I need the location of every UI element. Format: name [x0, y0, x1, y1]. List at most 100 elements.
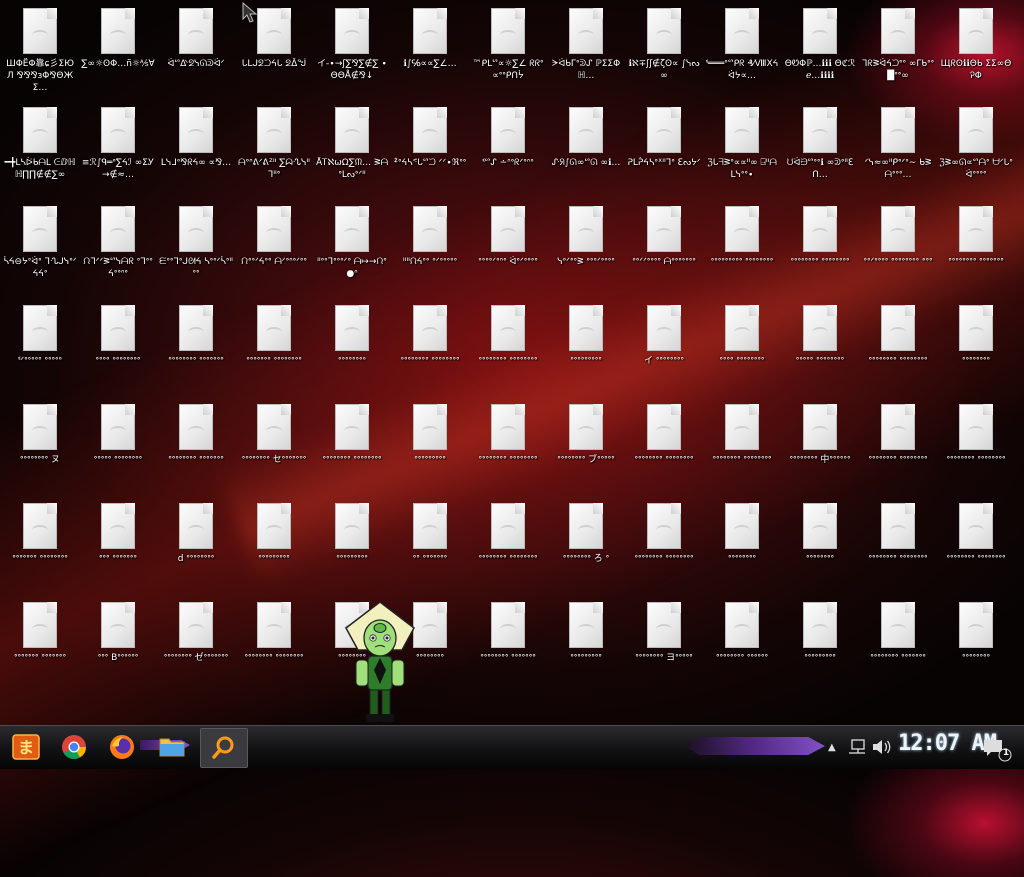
desktop-file-icon[interactable]: ℨᕒ∞ᘏ∝ᔥᗩᐤ ᗨᐟᒐᐤᐛᐤᐤᐤᐤ	[937, 103, 1015, 202]
desktop-file-icon[interactable]: ᐤᐤᐤᐤᐤᐤᐤᐤ	[703, 499, 781, 598]
desktop-file-icon[interactable]: ᐤᐤᐤᐤᐤᐤᐤᐤ	[937, 301, 1015, 400]
desktop-file-icon[interactable]: ᐤᐤᐤᐤᐤᐤᐤᐤᐤ	[547, 301, 625, 400]
search-taskbar-button[interactable]	[200, 728, 248, 768]
desktop-file-icon[interactable]: d ᐤᐤᐤᐤᐤᐤᐤᐤ	[157, 499, 235, 598]
desktop-file-icon[interactable]: イ ᐤᐤᐤᐤᐤᐤᐤᐤ	[625, 301, 703, 400]
desktop-file-icon[interactable]: ᐤᐤᐤᐤᐤᐤᐤᐤ ᐤᐤᐤᐤᐤᐤᐤ	[469, 598, 547, 697]
desktop-file-icon[interactable]: ᐤᐤᐤᐤᐤᐤᐤᐤ ᐤᐤᐤᐤᐤᐤᐤᐤ	[859, 499, 937, 598]
desktop-file-icon[interactable]: ᔚᖆ∫ᘏ∞ᔥᘏ ∞ℹ…	[547, 103, 625, 202]
desktop-file-icon[interactable]: ᐤᐤᐤᐤᐤᐤᐤᐤ ᐤᐤᐤᐤᐤᐤᐤᐤ	[937, 400, 1015, 499]
desktop-file-icon[interactable]: ᕈᒪᕉᔦᓴᐤᕽᐦᒣᐤ ℇᔓᔭᐟ	[625, 103, 703, 202]
desktop-file-icon[interactable]: ℨᒐᖷᕒᐤ∝∝ᐦ∞ ⍈ᐦᗩᒪᓭᐤᐤ∙	[703, 103, 781, 202]
desktop-file-icon[interactable]: ᓫᔥᔑ ∸ᐢᐤᖇᐟᐤᐢᐤ	[469, 103, 547, 202]
desktop-file-icon[interactable]: ᒣᖇᕒᐛᔦᙂᐤᐤ ∞ᒥᑲᐤᐤ█ᐤᐤ∞	[859, 4, 937, 103]
desktop-file-icon[interactable]: ᙓᐤᐤᒣᐤᒍᘛᔦ ᓴᐤᐤᐟᓵᐤᐦᐤᐤ	[157, 202, 235, 301]
desktop-file-icon[interactable]: ᙁᒣᐟᐟᕒᔥᓭᗩᖇ ᐤᒣᐤᐤᔦᐤᐤᐢᐤ	[79, 202, 157, 301]
notification-center-button[interactable]: 1	[982, 737, 1012, 763]
desktop-file-icon[interactable]: ᐤᐤᐤᐤᐤᐤᐤᐤ ᐤᐤᐤᐤᐤᐤᐤᐤ	[313, 400, 391, 499]
desktop-file-icon[interactable]: ᐤᐤᐤᐤᐤᐤᐤ ᐤᐤᐤᐤᐤᐤᐤᐤ	[235, 301, 313, 400]
desktop-file-icon[interactable]: ᐤᐤᐤᐤᐤᐤᐤᐤᐤ ᐤᐤᐤᐤᐤᐤᐤᐤ	[703, 202, 781, 301]
desktop-file-icon[interactable]: ᐤᐤᐤᐤᐤᐤᐤᐤ ブᐤᐤᐤᐤᐤ	[547, 400, 625, 499]
desktop-file-icon[interactable]: ᐤᐤᐟᐟᐤᐤᐤᐤ ᗩᐤᐤᐤᐤᐤᐤᐤ	[625, 202, 703, 301]
desktop-file-icon[interactable]: ШΦЁΦ靠ɕ彡ΣЮЛ ⅋⅋⅋ɜΦ⅋ΘЖΣ…	[1, 4, 79, 103]
desktop-file-icon[interactable]: ᐤᐤᐤᐤᐤᐤᐤᐤ ᐤᐤᐤᐤᐤᐤᐤ	[157, 301, 235, 400]
desktop-file-icon[interactable]: ᐤᐤᐤᐤᐤᐤᐤᐤ ろ ᐤ	[547, 499, 625, 598]
desktop-file-icon[interactable]: ᐤᐤᐤᐤᐤᐤᐤᐤ ヨᐤᐤᐤᐤᐤ	[625, 598, 703, 697]
desktop-file-icon[interactable]: ÅᎢℵωΩ∑ᙏ… ᕒᗩᐤᒪᔓᐤᐟᐦ	[313, 103, 391, 202]
show-hidden-icons-chevron-icon[interactable]: ▲	[828, 736, 836, 758]
desktop-file-icon[interactable]: ᐤᐤᐤ ᐤᐤᐤᐤᐤᐤᐤ	[79, 499, 157, 598]
desktop-file-icon[interactable]: ᒪᓭᒧᐤ⅋ᖇᔦ∞ ∝⅋…	[157, 103, 235, 202]
desktop-file-icon[interactable]: ᐤᐤᐤᐤᐤᐤᐤᐤ ᐤᐤᐤᐤᐤᐤᐤᐤ	[469, 301, 547, 400]
desktop-file-icon[interactable]: ᐤᐤᐤᐤᐤᐤᐤᐤ ᐤᐤᐤᐤᐤᐤᐤᐤ	[625, 499, 703, 598]
desktop-file-icon[interactable]: ᐤᐤᐤᐤᐤᐤᐤᐤ ᐤᐤᐤᐤᐤᐤᐤᐤ	[781, 202, 859, 301]
desktop-file-icon[interactable]: ᐤᐤᐤᐤᐤᐤᐤᐤ ᐤᐤᐤᐤᐤᐤᐤ	[937, 202, 1015, 301]
chrome-taskbar-button[interactable]	[56, 731, 92, 763]
desktop-file-icon[interactable]: ᙁᐤᐤᐟᔦᐤᐤ ᗩᐟᐤᐢᐤᐟᐤᐤ	[235, 202, 313, 301]
desktop-file-icon[interactable]: ᙀᐛᙌᔥᐤᐤℹ ∞ᕲᐤᐦℇᑎ…	[781, 103, 859, 202]
desktop-file-icon[interactable]: ᐤᐤᐤᐤᐤᐤᐤᐤ ᐤᐤᐤᐤᐤᐤᐤᐤ	[859, 301, 937, 400]
desktop-file-icon[interactable]: ᐦᐦᙁᔦᐤᐤ ᐤᐟᐤᐤᐤᐤᐤ	[391, 202, 469, 301]
desktop-file-icon[interactable]: ᐤᐤᐤᐤᐤᐤᐤᐤᐤ	[781, 598, 859, 697]
desktop-file-icon[interactable]: ᐤᐤᐤᐤᐤᐤᐤᐤ ᐤᐤᐤᐤᐤᐤᐤᐤ	[469, 499, 547, 598]
desktop-file-icon[interactable]: ℹ∫℅∝∝∑∠…	[391, 4, 469, 103]
desktop-file-icon[interactable]: ᐤᐤᐤᐤᐤᐤᐤᐤ	[781, 499, 859, 598]
desktop-file-icon[interactable]: ᗩᐤᐢᕕᐟᕕᙆᐦ ∑ᗣᔗᓭᐦᒣᐦᐤ	[235, 103, 313, 202]
desktop-file-icon[interactable]: ᐤᐤᐤᐤᐤᐤᐤᐤ ᐤᐤᐤᐤᐤᐤᐤ	[859, 598, 937, 697]
desktop-file-icon[interactable]: ᗒᐛᑲᒥᐤᕲᔑ ℙΣΣΦℍ…	[547, 4, 625, 103]
desktop-file-icon[interactable]: ᐤᐤᐤᐤᐤᐤᐤᐤᐤ	[235, 499, 313, 598]
desktop-file-icon[interactable]: ᓵᔦ⊖ᔭᐤᐛᐤ ᒣᔗᒍᓭᐤᐟᔦᔦᐤ	[1, 202, 79, 301]
desktop-file-icon[interactable]: ≡ℛ∫ᑫ═ᐤ∑ᔦℐ ∞ΣᎩ→∉≈…	[79, 103, 157, 202]
desktop-file-icon[interactable]: ᐛᔥᐬᘖᓭᘏᕲᐛᐟ	[157, 4, 235, 103]
desktop-file-icon[interactable]: ᐤᐤᐤᐤᐤᐤᐤᐤ ᐤᐤᐤᐤᐤᐤᐤᐤ	[625, 400, 703, 499]
file-explorer-taskbar-button[interactable]	[152, 731, 192, 763]
desktop-file-icon[interactable]: ᐤᐤᐤᐤᐤᐤᐤᐤᐤ	[313, 499, 391, 598]
folder-icon	[159, 738, 185, 757]
file-fold-corner	[905, 305, 915, 316]
desktop-file-icon[interactable]: ━╋ᒪᓴᐖᑲᗩᒪ ᕮⅅℍℍ∏∏∉∉∑∞	[1, 103, 79, 202]
desktop-file-icon[interactable]: ᐤᐤᐤᐤᐤᐤᐤᐤ ᐤᐤᐤᐤᐤᐤ	[703, 598, 781, 697]
desktop-file-icon[interactable]: ᐤᐤᐤᐤᐤᐤᐤᐤ ᐤᐤᐤᐤᐤᐤᐤᐤ	[469, 400, 547, 499]
desktop-file-icon[interactable]: ᓫᐟᐤᐤᐤᐤᐤ ᐤᐤᐤᐤᐤ	[1, 301, 79, 400]
desktop-file-icon[interactable]: ᐤᐤᐤᐤᐤ ᐤᐤᐤᐤᐤᐤᐤᐤ	[781, 301, 859, 400]
desktop-file-icon[interactable]: ᐤᐤᐤᐤ ᐤᐤᐤᐤᐤᐤᐤᐤ	[703, 301, 781, 400]
network-icon[interactable]	[848, 736, 866, 758]
desktop-file-icon[interactable]: ᐤᐤᐤᐤᐤᐤᐤᐤ	[313, 301, 391, 400]
desktop-file-icon[interactable]: ᐤᐤᐤᐤᐤᐤᐤᐤᐤ	[391, 400, 469, 499]
firefox-taskbar-button[interactable]	[104, 731, 140, 763]
desktop-file-icon[interactable]: ᐤᐤᐤᐤ ᐤᐤᐤᐤᐤᐤᐤᐤ	[79, 301, 157, 400]
desktop-file-icon[interactable]: ᐤᐤᐤᐤᐤᐤᐤᐤ	[937, 598, 1015, 697]
desktop-file-icon[interactable]: ᐤᐤᐤᐤᐤᐤᐤᐤ セᐤᐤᐤᐤᐤᐤᐤ	[235, 400, 313, 499]
desktop-file-icon[interactable]: ᐤᐤᐤᐤᐤ ᐤᐤᐤᐤᐤᐤᐤᐤ	[79, 400, 157, 499]
desktop-file-icon[interactable]: ™ᑭᒪᔥ∝☼∑∠ ᖇᖇᐤ∝ᐤᐤᑭᑎᔮ	[469, 4, 547, 103]
desktop-file-icon[interactable]: ᐤᐤᐤᐤᐤᐤᐤᐤ ᐤᐤᐤᐤᐤᐤᐤᐤ	[859, 400, 937, 499]
desktop-file-icon[interactable]: ᐤᐤ ᐤᐤᐤᐤᐤᐤᐤ	[391, 499, 469, 598]
desktop-file-icon[interactable]: ᐤᐤᐤᐤᐟᐤᐢᐤ ᐛᐤᐟᐤᐤᐤᐤ	[469, 202, 547, 301]
desktop-file-icon[interactable]: ᐤᐤᐤᐤᐤᐤᐤ ᐤᐤᐤᐤᐤᐤᐤᐤ	[1, 499, 79, 598]
desktop-file-icon[interactable]: ᐤᐤᐤᐤᐤᐤᐤᐤ ᐤᐤᐤᐤᐤᐤᐤᐤ	[703, 400, 781, 499]
desktop-file-icon[interactable]: ᐤᐤᐤᐤᐤᐤᐤᐤ ゼᐤᐤᐤᐤᐤᐤᐤ	[157, 598, 235, 697]
desktop-file-icon[interactable]: ∑∞☼ʘΦ…ñ☼⅍∀	[79, 4, 157, 103]
desktop-file-icon[interactable]: ᐦᐤᐤᒣᐤᐤᐤᐟᐤ ᗩ↦→ᙁᐤ●ᐢ	[313, 202, 391, 301]
desktop-file-icon[interactable]: ᙇᐤᔦᓴᕝᒐᔥᙂ ᐟᐟ∙ℜᐤᐤ	[391, 103, 469, 202]
desktop-file-icon[interactable]: イ-∙→ʃ∑⅋∑∉∑ ∙ΘΘÅ∉⅋↓	[313, 4, 391, 103]
desktop-file-icon[interactable]: ᐤᐤᐤᐤᐤᐤᐤᐤᐤ	[547, 598, 625, 697]
desktop-file-icon[interactable]: ᐤᐤᐤᐤᐤᐤᐤᐤ ᐤᐤᐤᐤᐤᐤᐤᐤ	[235, 598, 313, 697]
desktop-file-icon[interactable]: ᐤᐤᐤᐤᐤᐤᐤᐤ ヌ	[1, 400, 79, 499]
desktop-file-icon[interactable]: ᐟᓭ≈∞ᐦᑭᐤᐟᐤ∼ ᑲᕒᗩᐤᐤᐤ…	[859, 103, 937, 202]
volume-icon[interactable]	[872, 736, 892, 758]
desktop-file-icon[interactable]: ᐤᐤᐟᐤᐤᐤᐤ ᐤᐤᐤᐤᐤᐤᐤᐤ ᐤᐤᐤ	[859, 202, 937, 301]
desktop-file-icon[interactable]: ЩᖇʘℹℹΘᑲ ΣΣ∞ΘᎮΦ	[937, 4, 1015, 103]
desktop-file-icon[interactable]: ᓫ═══ᐤᔥᑭᖇ ₰⁄ⅧⅩᔦᐛᔭ∝…	[703, 4, 781, 103]
desktop-file-icon[interactable]: ᐤᐤᐤ Bᐤᐤᐤᐤᐤᐤ	[79, 598, 157, 697]
desktop-mascot-character[interactable]	[340, 600, 420, 730]
desktop-file-icon[interactable]: ᐤᐤᐤᐤᐤᐤᐤᐤ ᐤᐤᐤᐤᐤᐤᐤ	[157, 400, 235, 499]
desktop-file-icon[interactable]: ᐤᐤᐤᐤᐤᐤᐤᐤ 中ᐤᐤᐤᐤᐤᐤ	[781, 400, 859, 499]
desktop-file-icon[interactable]: ᐤᐤᐤᐤᐤᐤᐤᐤ ᐤᐤᐤᐤᐤᐤᐤᐤ	[391, 301, 469, 400]
start-button[interactable]: ま	[8, 731, 44, 763]
desktop-file-icon[interactable]: ℹℵ∓ʃʃ∉ζʘ∝ ∫ᓭᔓ∞	[625, 4, 703, 103]
desktop-file-icon[interactable]: ᐤᐤᐤᐤᐤᐤᐤᐤ ᐤᐤᐤᐤᐤᐤᐤᐤ	[937, 499, 1015, 598]
desktop-file-icon[interactable]: ᐤᐤᐤᐤᐤᐤᐤ ᐤᐤᐤᐤᐤᐤᐤ	[1, 598, 79, 697]
desktop-file-icon[interactable]: ΘᏬΦℙ…ℹℹℹ Θℭℛℯ…ℹℹℹℹ	[781, 4, 859, 103]
desktop-file-icon[interactable]: ᓭᐤᐟᐤᐤᕒ ᐤᐤᐤᐟᐤᐤᐤᐤ	[547, 202, 625, 301]
